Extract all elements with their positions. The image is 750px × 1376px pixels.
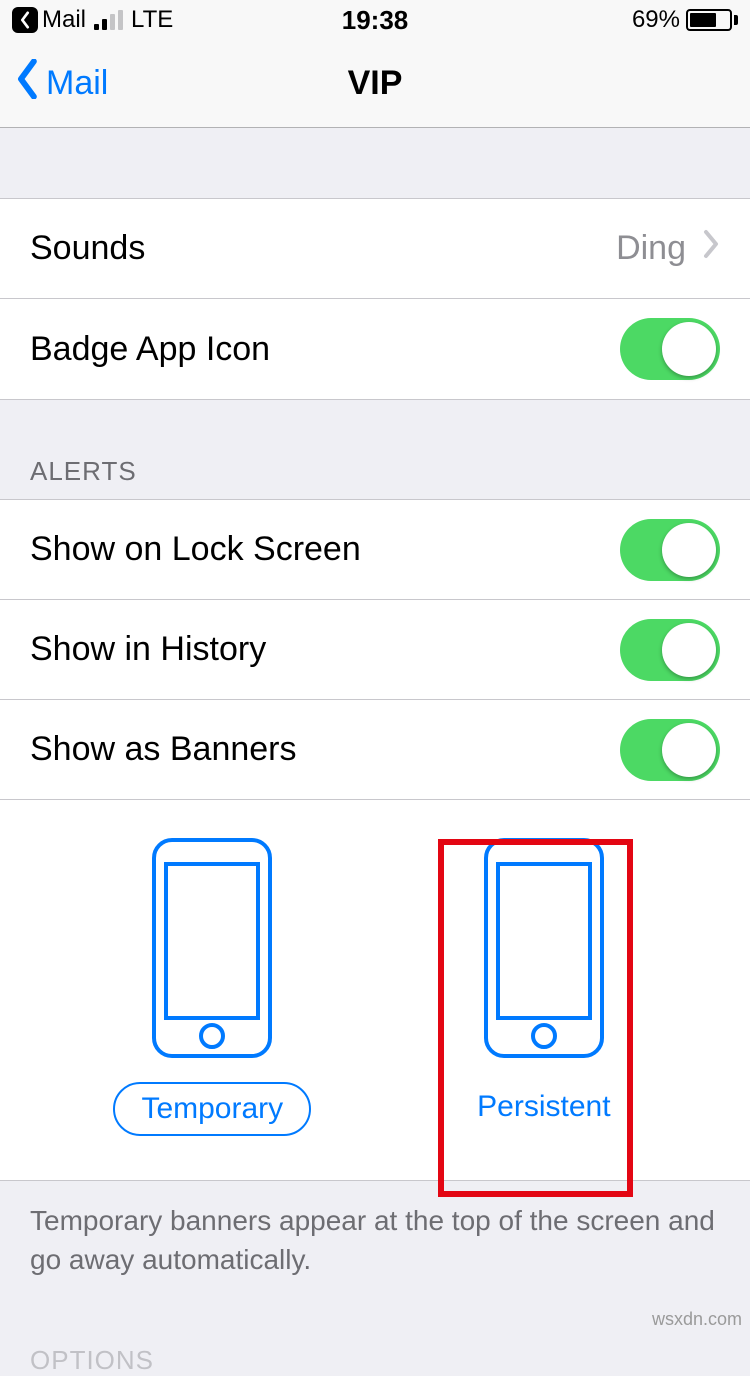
sounds-value: Ding [616, 229, 686, 268]
alerts-header: ALERTS [0, 400, 750, 499]
history-toggle[interactable] [620, 619, 720, 681]
annotation-highlight-persistent [438, 839, 633, 1197]
badge-toggle[interactable] [620, 318, 720, 380]
sounds-label: Sounds [30, 229, 145, 268]
row-history: Show in History [0, 600, 750, 700]
battery-icon [686, 9, 738, 31]
section-spacer [0, 128, 750, 198]
badge-label: Badge App Icon [30, 330, 270, 369]
cellular-signal-icon [94, 10, 123, 30]
chevron-right-icon [702, 229, 720, 268]
row-banners: Show as Banners [0, 700, 750, 800]
options-header: OPTIONS [0, 1309, 750, 1376]
lock-screen-label: Show on Lock Screen [30, 530, 361, 569]
nav-bar: Mail VIP [0, 40, 750, 128]
history-label: Show in History [30, 630, 266, 669]
banners-toggle[interactable] [620, 719, 720, 781]
status-back-to-app[interactable]: Mail [12, 6, 86, 34]
phone-temporary-icon [150, 836, 274, 1060]
status-bar: Mail LTE 19:38 69% [0, 0, 750, 40]
temporary-label: Temporary [113, 1082, 311, 1136]
banner-footer-text: Temporary banners appear at the top of t… [0, 1181, 750, 1309]
banner-option-temporary[interactable]: Temporary [113, 836, 311, 1136]
row-badge-app-icon: Badge App Icon [0, 299, 750, 399]
battery-percent: 69% [632, 6, 680, 34]
banners-label: Show as Banners [30, 730, 297, 769]
status-back-app-label: Mail [42, 6, 86, 34]
watermark: wsxdn.com [652, 1309, 742, 1330]
row-lock-screen: Show on Lock Screen [0, 500, 750, 600]
back-app-chevron-icon [12, 7, 38, 33]
section-general: Sounds Ding Badge App Icon [0, 198, 750, 400]
lock-screen-toggle[interactable] [620, 519, 720, 581]
section-alerts: Show on Lock Screen Show in History Show… [0, 499, 750, 1181]
carrier-label: LTE [131, 6, 173, 34]
banner-style-row: Temporary Persistent [0, 800, 750, 1181]
row-sounds[interactable]: Sounds Ding [0, 199, 750, 299]
nav-title: VIP [0, 64, 750, 103]
